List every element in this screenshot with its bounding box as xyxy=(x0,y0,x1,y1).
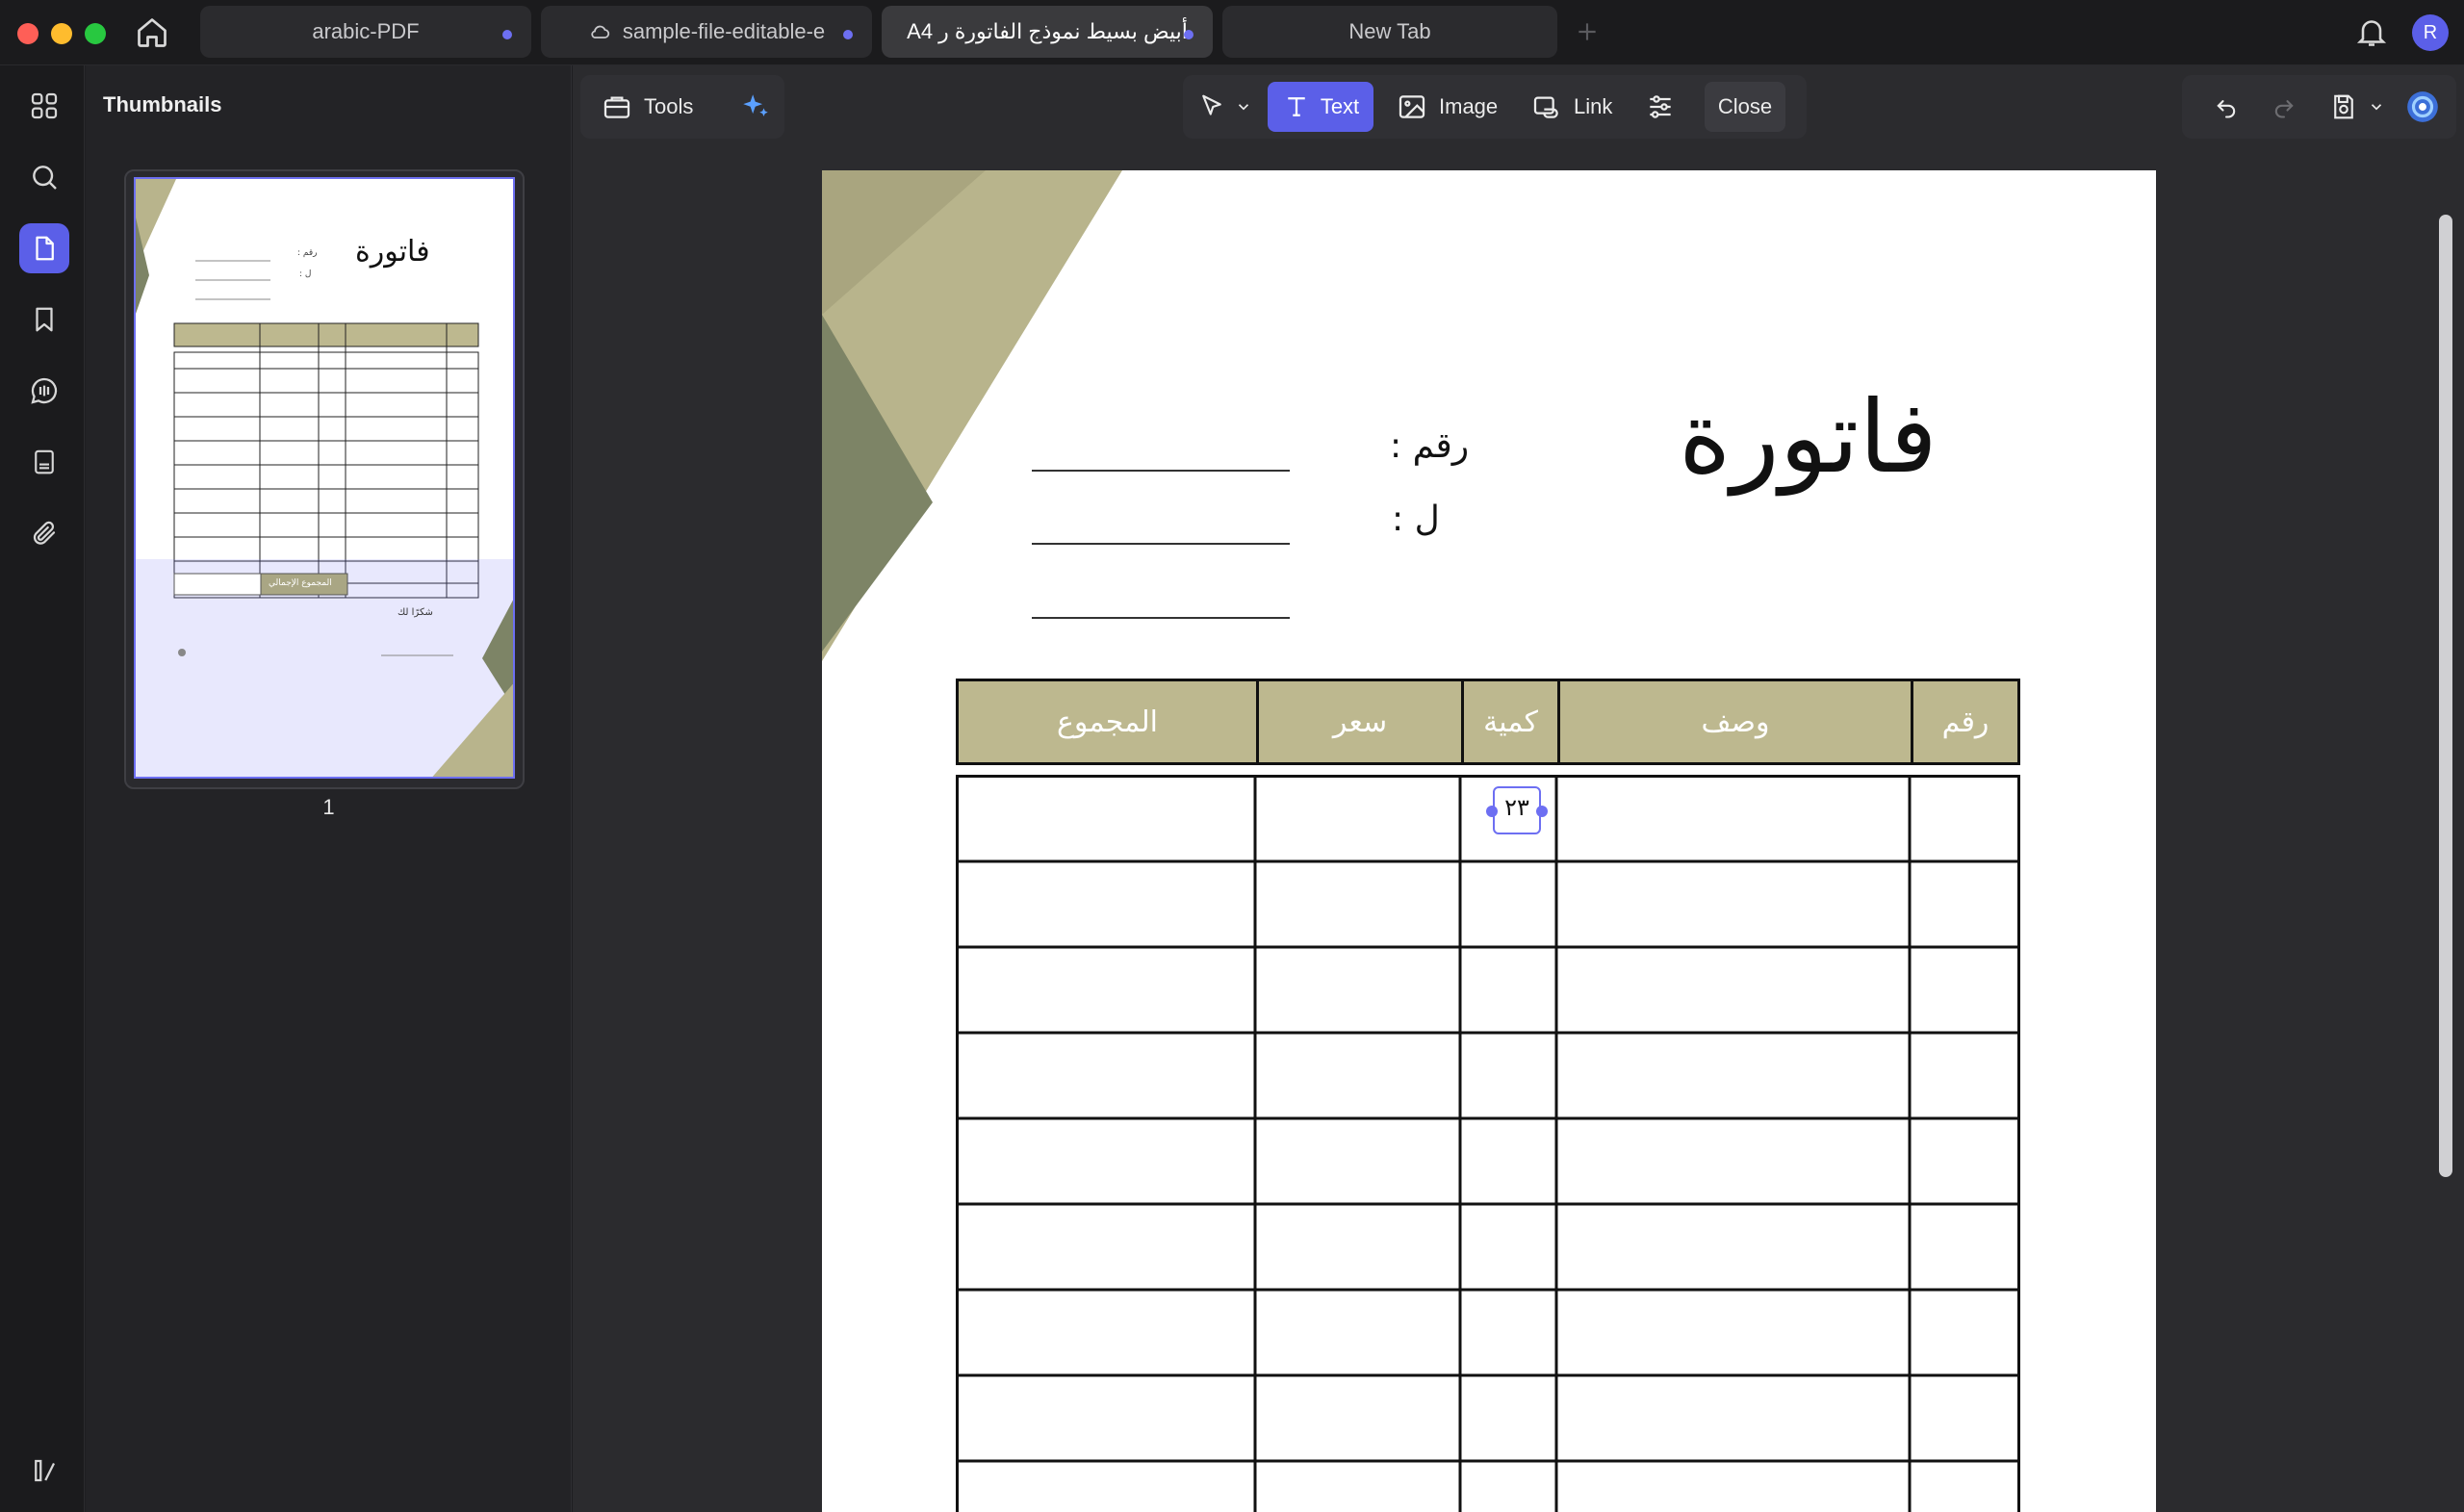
thumbnail-to-label: ل : xyxy=(299,269,312,279)
redo-icon[interactable] xyxy=(2265,82,2303,132)
page-number: 1 xyxy=(322,795,335,819)
thumbnail-title: فاتورة xyxy=(355,235,430,269)
ai-sparkle-icon[interactable] xyxy=(734,82,777,132)
header-quantity: كمية xyxy=(1483,705,1538,739)
avatar[interactable]: R xyxy=(2412,14,2449,51)
vertical-scrollbar[interactable] xyxy=(2439,215,2452,1177)
apps-grid-icon[interactable] xyxy=(19,81,69,131)
resize-handle-left[interactable] xyxy=(1486,806,1498,817)
image-tool-button[interactable]: Image xyxy=(1389,82,1505,132)
avatar-initial: R xyxy=(2423,21,2438,43)
pdf-page: فاتورة رقم : ل : رقم وصف كمية سعر المجمو… xyxy=(822,170,2156,1512)
to-underline[interactable] xyxy=(1032,543,1290,545)
thumbnail-number-label: رقم : xyxy=(297,248,318,258)
collapse-panel-icon[interactable] xyxy=(19,1446,69,1496)
tab-label: sample-file-editable-e xyxy=(622,19,826,43)
comment-icon[interactable] xyxy=(19,366,69,416)
invoice-to-label: ل : xyxy=(1392,500,1440,539)
tab-arabic-pdf[interactable]: arabic-PDF xyxy=(200,6,531,58)
window-zoom-button[interactable] xyxy=(85,23,106,44)
invoice-table-body xyxy=(956,775,2020,1512)
save-icon[interactable] xyxy=(2324,82,2363,132)
tab-invoice-template[interactable]: A4 أبيض بسيط نموذج الفاتورة ر xyxy=(882,6,1213,58)
quantity-edit-value[interactable]: ٢٣ xyxy=(1495,794,1539,821)
text-edit-box[interactable]: ٢٣ xyxy=(1486,786,1548,834)
extra-underline[interactable] xyxy=(1032,617,1290,619)
header-price: سعر xyxy=(1332,705,1388,739)
link-tool-label: Link xyxy=(1574,94,1613,118)
title-bar: arabic-PDF sample-file-editable-e A4 أبي… xyxy=(0,0,2464,65)
invoice-title: فاتورة xyxy=(1679,378,1938,496)
tab-sample-file[interactable]: sample-file-editable-e xyxy=(541,6,872,58)
tab-label: arabic-PDF xyxy=(312,19,420,43)
bookmark-icon[interactable] xyxy=(19,295,69,345)
close-edit-button[interactable]: Close xyxy=(1705,82,1785,132)
home-icon[interactable] xyxy=(135,15,169,50)
tab-label: A4 أبيض بسيط نموذج الفاتورة ر xyxy=(907,19,1188,43)
thumbnail-thanks: شكرًا لك xyxy=(398,607,433,618)
toolbox-icon xyxy=(602,91,632,122)
panel-title: Thumbnails xyxy=(103,92,222,116)
undo-icon[interactable] xyxy=(2207,82,2246,132)
text-tool-button[interactable]: Text xyxy=(1268,82,1373,132)
tab-label: New Tab xyxy=(1348,19,1431,43)
window-minimize-button[interactable] xyxy=(51,23,72,44)
invoice-number-label: رقم : xyxy=(1390,426,1470,466)
thumbnail-total-label: المجموع الإجمالي xyxy=(269,578,332,588)
bell-icon[interactable] xyxy=(2354,14,2389,49)
text-icon xyxy=(1282,92,1311,121)
table-header-row: رقم وصف كمية سعر المجموع xyxy=(956,679,2020,765)
number-underline[interactable] xyxy=(1032,470,1290,472)
image-icon xyxy=(1397,91,1427,122)
header-total: المجموع xyxy=(1057,705,1158,739)
cloud-icon xyxy=(588,20,611,43)
resize-handle-right[interactable] xyxy=(1536,806,1548,817)
tools-toolbar: Tools xyxy=(580,75,784,139)
properties-sliders-icon[interactable] xyxy=(1639,82,1681,132)
chevron-down-icon[interactable] xyxy=(1231,82,1256,132)
image-tool-label: Image xyxy=(1439,94,1499,118)
thumbnails-panel: Thumbnails فاتورة رقم: ل: المجموع الإج… xyxy=(86,65,572,1512)
left-tool-rail xyxy=(0,65,85,1512)
select-cursor-icon[interactable] xyxy=(1194,82,1229,132)
page-thumbnail[interactable]: فاتورة رقم : ل : المجموع الإجمالي شكرًا … xyxy=(134,177,515,779)
tools-label: Tools xyxy=(644,94,694,118)
window-close-button[interactable] xyxy=(17,23,38,44)
save-options-chevron-icon[interactable] xyxy=(2365,82,2388,132)
header-description: وصف xyxy=(1701,705,1770,739)
search-icon[interactable] xyxy=(19,152,69,202)
form-fields-icon[interactable] xyxy=(19,437,69,487)
text-tool-label: Text xyxy=(1320,94,1360,118)
ai-assistant-icon[interactable] xyxy=(2401,82,2444,132)
tab-modified-dot xyxy=(502,30,512,39)
header-number: رقم xyxy=(1941,705,1989,739)
add-tab-icon[interactable] xyxy=(1575,19,1600,44)
edit-toolbar: Text Image Link Close xyxy=(1183,75,1807,139)
link-icon xyxy=(1531,91,1562,122)
history-toolbar xyxy=(2182,75,2456,139)
close-label: Close xyxy=(1717,94,1773,118)
attachment-icon[interactable] xyxy=(19,508,69,558)
tab-new-tab[interactable]: New Tab xyxy=(1222,6,1557,58)
link-tool-button[interactable]: Link xyxy=(1524,82,1620,132)
thumbnails-page-icon[interactable] xyxy=(19,223,69,273)
tools-button[interactable]: Tools xyxy=(592,82,703,132)
tab-modified-dot xyxy=(1184,30,1194,39)
tab-modified-dot xyxy=(843,30,853,39)
